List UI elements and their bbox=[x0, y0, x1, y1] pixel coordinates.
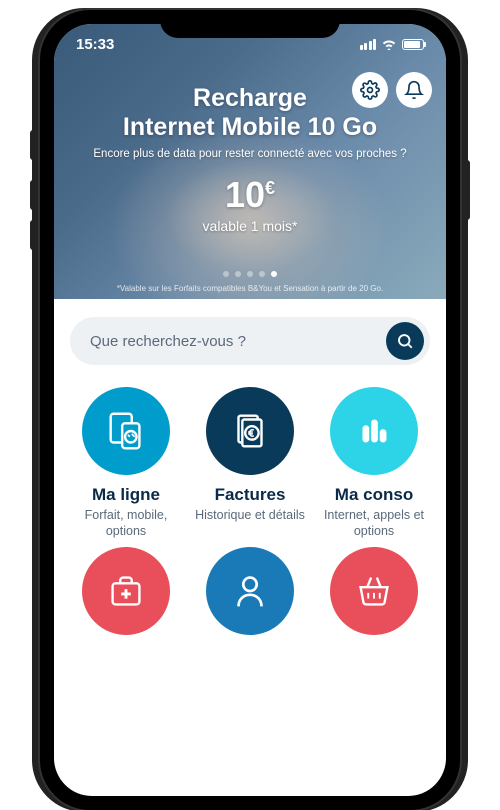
tile-subtitle: Historique et détails bbox=[195, 508, 305, 524]
tile-factures[interactable]: Factures Historique et détails bbox=[190, 387, 310, 539]
tile-boutique[interactable] bbox=[314, 547, 434, 645]
search-input[interactable]: Que recherchez-vous ? bbox=[70, 317, 430, 365]
hero-promo-banner[interactable]: Recharge Internet Mobile 10 Go Encore pl… bbox=[54, 24, 446, 299]
basket-icon bbox=[351, 568, 397, 614]
carousel-dot[interactable] bbox=[235, 271, 241, 277]
tile-ma-ligne[interactable]: Ma ligne Forfait, mobile, options bbox=[66, 387, 186, 539]
tile-icon-wrap bbox=[206, 387, 294, 475]
tile-icon-wrap bbox=[82, 387, 170, 475]
app-screen: 15:33 Recharge Internet Mobile bbox=[54, 24, 446, 796]
phone-frame: 15:33 Recharge Internet Mobile bbox=[40, 10, 460, 810]
search-placeholder: Que recherchez-vous ? bbox=[90, 333, 246, 350]
main-content: Que recherchez-vous ? bbox=[54, 299, 446, 645]
bars-chart-icon bbox=[351, 408, 397, 454]
hero-footnote: *Valable sur les Forfaits compatibles B&… bbox=[54, 284, 446, 293]
tile-icon-wrap bbox=[330, 547, 418, 635]
tile-subtitle: Forfait, mobile, options bbox=[66, 508, 186, 539]
tile-title: Factures bbox=[215, 485, 286, 505]
settings-button[interactable] bbox=[352, 72, 388, 108]
invoice-euro-icon bbox=[227, 408, 273, 454]
carousel-dot[interactable] bbox=[259, 271, 265, 277]
tile-icon-wrap bbox=[82, 547, 170, 635]
status-indicators bbox=[360, 38, 425, 50]
tile-subtitle: Internet, appels et options bbox=[314, 508, 434, 539]
hero-subtitle: Encore plus de data pour rester connecté… bbox=[54, 148, 446, 160]
search-button[interactable] bbox=[386, 322, 424, 360]
first-aid-icon bbox=[103, 568, 149, 614]
tile-title: Ma conso bbox=[335, 485, 413, 505]
carousel-dots[interactable] bbox=[223, 271, 277, 277]
hero-price: 10€ bbox=[54, 174, 446, 216]
tile-ma-conso[interactable]: Ma conso Internet, appels et options bbox=[314, 387, 434, 539]
carousel-dot[interactable] bbox=[223, 271, 229, 277]
signal-icon bbox=[360, 39, 377, 50]
carousel-dot[interactable] bbox=[247, 271, 253, 277]
status-time: 15:33 bbox=[76, 36, 114, 53]
person-icon bbox=[227, 568, 273, 614]
hero-validity: valable 1 mois* bbox=[54, 218, 446, 234]
phone-tablet-icon bbox=[103, 408, 149, 454]
device-notch bbox=[160, 10, 340, 38]
tile-profil[interactable] bbox=[190, 547, 310, 645]
carousel-dot-active[interactable] bbox=[271, 271, 277, 277]
bell-icon bbox=[404, 80, 424, 100]
tile-assistance[interactable] bbox=[66, 547, 186, 645]
search-icon bbox=[396, 332, 414, 350]
tile-icon-wrap bbox=[330, 387, 418, 475]
tiles-grid: Ma ligne Forfait, mobile, options Factur… bbox=[54, 375, 446, 645]
tile-title: Ma ligne bbox=[92, 485, 160, 505]
tile-icon-wrap bbox=[206, 547, 294, 635]
gear-icon bbox=[360, 80, 380, 100]
wifi-icon bbox=[381, 38, 397, 50]
battery-icon bbox=[402, 39, 424, 50]
notifications-button[interactable] bbox=[396, 72, 432, 108]
